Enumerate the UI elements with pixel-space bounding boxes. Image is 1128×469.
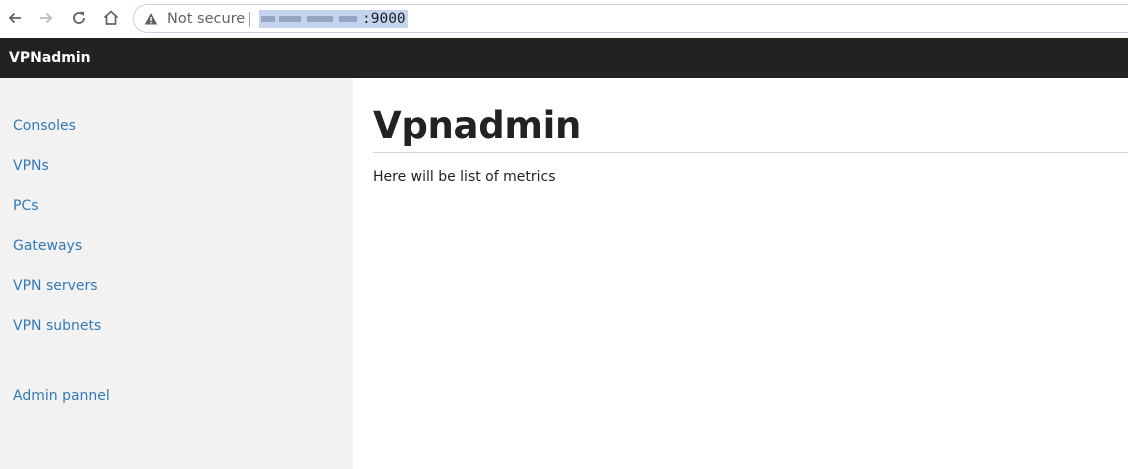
sidebar-item-admin-panel[interactable]: Admin pannel (13, 388, 110, 404)
url-host-redacted (259, 10, 361, 28)
warning-icon (144, 13, 158, 25)
brand-link[interactable]: VPNadmin (9, 50, 91, 66)
app-navbar: VPNadmin (0, 38, 1128, 78)
address-bar[interactable]: Not secure :9000 (133, 4, 1128, 33)
home-icon (103, 10, 119, 25)
sidebar-item-consoles[interactable]: Consoles (13, 118, 76, 134)
url-port: :9000 (360, 10, 408, 28)
page-description: Here will be list of metrics (373, 169, 556, 185)
sidebar-item-vpns[interactable]: VPNs (13, 158, 49, 174)
back-arrow-icon (8, 12, 21, 24)
sidebar-item-vpn-servers[interactable]: VPN servers (13, 278, 98, 294)
sidebar-item-vpn-subnets[interactable]: VPN subnets (13, 318, 101, 334)
main-content: Vpnadmin Here will be list of metrics (353, 78, 1128, 469)
reload-icon (73, 11, 85, 24)
title-divider (373, 152, 1128, 153)
back-button[interactable] (3, 6, 27, 30)
home-button[interactable] (99, 6, 123, 30)
sidebar: Consoles VPNs PCs Gateways VPN servers V… (0, 78, 353, 469)
forward-arrow-icon (40, 12, 53, 24)
sidebar-item-pcs[interactable]: PCs (13, 198, 39, 214)
forward-button[interactable] (34, 6, 58, 30)
page-title: Vpnadmin (373, 104, 582, 147)
omnibox-divider (249, 12, 250, 27)
sidebar-item-gateways[interactable]: Gateways (13, 238, 82, 254)
browser-toolbar: Not secure :9000 (0, 0, 1128, 37)
reload-button[interactable] (67, 6, 91, 30)
security-status[interactable]: Not secure (167, 11, 245, 27)
